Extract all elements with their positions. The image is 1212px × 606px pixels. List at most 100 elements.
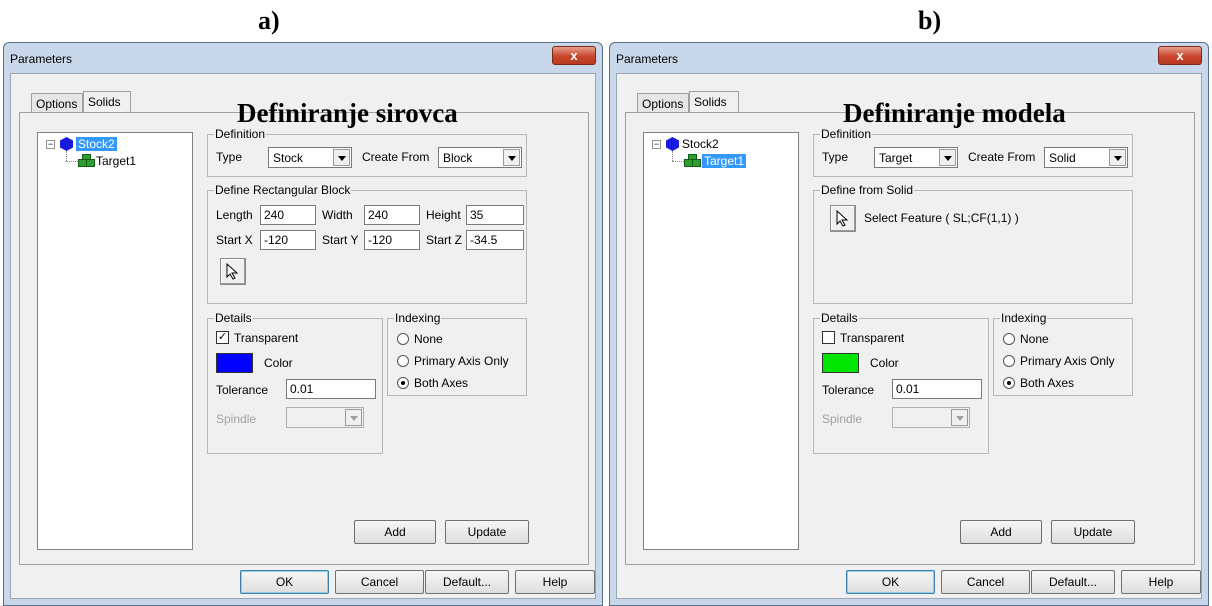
- width-input[interactable]: [364, 205, 420, 225]
- cancel-button[interactable]: Cancel: [941, 570, 1030, 594]
- select-feature-button[interactable]: [830, 205, 856, 232]
- color-swatch[interactable]: [822, 353, 859, 373]
- help-button[interactable]: Help: [1121, 570, 1201, 594]
- update-button[interactable]: Update: [1051, 520, 1135, 544]
- definition-group: Definition Type Stock Create From Block: [207, 127, 527, 177]
- stock-hexagon-icon: [60, 137, 73, 151]
- chevron-down-icon[interactable]: [333, 149, 350, 166]
- update-button[interactable]: Update: [445, 520, 529, 544]
- create-from-select[interactable]: Solid: [1044, 147, 1128, 168]
- panel-label-a: a): [258, 6, 280, 35]
- create-from-label: Create From: [362, 150, 430, 164]
- cursor-arrow-icon: [226, 263, 239, 280]
- radio-both-axes-label: Both Axes: [1020, 376, 1075, 390]
- radio-both-axes[interactable]: [397, 377, 409, 389]
- height-input[interactable]: [466, 205, 524, 225]
- startz-input[interactable]: [466, 230, 524, 250]
- radio-both-axes-label: Both Axes: [414, 376, 469, 390]
- chevron-down-icon[interactable]: [1109, 149, 1126, 166]
- tree-line: [672, 161, 684, 162]
- tab-options[interactable]: Options: [31, 93, 83, 112]
- add-button[interactable]: Add: [960, 520, 1042, 544]
- default-button[interactable]: Default...: [425, 570, 509, 594]
- details-group-label: Details: [214, 311, 253, 325]
- starty-label: Start Y: [322, 233, 359, 247]
- help-button[interactable]: Help: [515, 570, 595, 594]
- height-label: Height: [426, 208, 461, 222]
- radio-none-label: None: [414, 332, 443, 346]
- radio-none[interactable]: [1003, 333, 1015, 345]
- startz-label: Start Z: [426, 233, 463, 247]
- startx-input[interactable]: [260, 230, 316, 250]
- spindle-select[interactable]: [892, 407, 970, 428]
- solids-tree[interactable]: − Stock2 Target1: [37, 132, 193, 550]
- title-bar[interactable]: Parameters x: [4, 43, 602, 73]
- close-button[interactable]: x: [552, 46, 596, 65]
- tree-line: [672, 151, 673, 161]
- definition-group: Definition Type Target Create From Solid: [813, 127, 1133, 177]
- details-group-label: Details: [820, 311, 859, 325]
- tab-options[interactable]: Options: [637, 93, 689, 112]
- radio-both-axes[interactable]: [1003, 377, 1015, 389]
- starty-input[interactable]: [364, 230, 420, 250]
- tab-solids[interactable]: Solids: [83, 91, 131, 112]
- ok-button[interactable]: OK: [240, 570, 329, 594]
- title-bar[interactable]: Parameters x: [610, 43, 1208, 73]
- default-button[interactable]: Default...: [1031, 570, 1115, 594]
- close-button[interactable]: x: [1158, 46, 1202, 65]
- transparent-label: Transparent: [234, 331, 299, 345]
- cursor-arrow-icon: [836, 210, 849, 227]
- type-select[interactable]: Stock: [268, 147, 352, 168]
- color-label: Color: [264, 356, 293, 370]
- length-label: Length: [216, 208, 253, 222]
- tree-item-stock2[interactable]: Stock2: [76, 136, 117, 152]
- cancel-button[interactable]: Cancel: [335, 570, 424, 594]
- tree-item-target1[interactable]: Target1: [96, 153, 136, 169]
- tree-item-target1[interactable]: Target1: [702, 153, 747, 169]
- radio-primary-axis-only-label: Primary Axis Only: [414, 354, 509, 368]
- chevron-down-icon[interactable]: [503, 149, 520, 166]
- tab-solids[interactable]: Solids: [689, 91, 739, 112]
- color-swatch[interactable]: [216, 353, 253, 373]
- create-from-select[interactable]: Block: [438, 147, 522, 168]
- dialog-title: Parameters: [10, 52, 73, 66]
- chevron-down-icon[interactable]: [939, 149, 956, 166]
- length-input[interactable]: [260, 205, 316, 225]
- ok-button[interactable]: OK: [846, 570, 935, 594]
- collapse-icon[interactable]: −: [46, 140, 55, 149]
- define-from-solid-group: Define from Solid Select Feature ( SL;CF…: [813, 183, 1133, 304]
- details-group: Details ✓ Transparent Color Tolerance Sp…: [207, 311, 383, 454]
- collapse-icon[interactable]: −: [652, 140, 661, 149]
- stock-hexagon-icon: [666, 137, 679, 151]
- chevron-down-icon[interactable]: [345, 409, 362, 426]
- type-value: Target: [879, 151, 913, 165]
- radio-none[interactable]: [397, 333, 409, 345]
- heading: Definiranje sirovca: [237, 98, 458, 128]
- tree-item-stock2[interactable]: Stock2: [682, 136, 719, 152]
- transparent-checkbox[interactable]: ✓: [216, 331, 229, 344]
- target-cubes-icon: [684, 154, 701, 167]
- details-group: Details Transparent Color Tolerance Spin…: [813, 311, 989, 454]
- parameters-dialog-b: Parameters x Options Solids Definiranje …: [609, 42, 1209, 606]
- heading: Definiranje modela: [843, 98, 1066, 128]
- type-select[interactable]: Target: [874, 147, 958, 168]
- target-cubes-icon: [78, 154, 95, 167]
- radio-primary-axis-only[interactable]: [397, 355, 409, 367]
- tolerance-input[interactable]: [286, 379, 376, 399]
- pick-block-button[interactable]: [220, 258, 246, 285]
- add-button[interactable]: Add: [354, 520, 436, 544]
- rectangular-block-group: Define Rectangular Block Length Width He…: [207, 183, 527, 304]
- tolerance-input[interactable]: [892, 379, 982, 399]
- solids-tree[interactable]: − Stock2 Target1: [643, 132, 799, 550]
- spindle-label: Spindle: [216, 412, 257, 426]
- create-from-value: Block: [443, 151, 473, 165]
- spindle-select[interactable]: [286, 407, 364, 428]
- tolerance-label: Tolerance: [822, 383, 875, 397]
- transparent-checkbox[interactable]: [822, 331, 835, 344]
- chevron-down-icon[interactable]: [951, 409, 968, 426]
- select-feature-text: Select Feature ( SL;CF(1,1) ): [864, 211, 1019, 225]
- radio-primary-axis-only[interactable]: [1003, 355, 1015, 367]
- panel-label-b: b): [918, 6, 942, 35]
- parameters-dialog-a: Parameters x Options Solids Definiranje …: [3, 42, 603, 606]
- color-label: Color: [870, 356, 899, 370]
